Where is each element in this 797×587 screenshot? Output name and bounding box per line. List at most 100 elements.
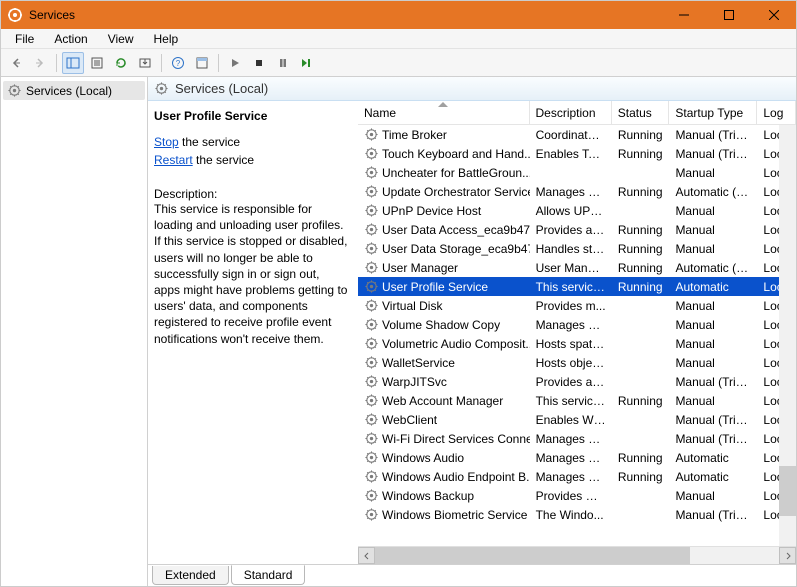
help-button[interactable]: ? bbox=[167, 52, 189, 74]
table-row[interactable]: Web Account ManagerThis service ...Runni… bbox=[358, 391, 796, 410]
minimize-button[interactable] bbox=[661, 1, 706, 29]
table-row[interactable]: WalletServiceHosts objec...ManualLoc bbox=[358, 353, 796, 372]
gear-icon bbox=[364, 317, 379, 332]
service-name: User Profile Service bbox=[382, 280, 488, 294]
column-name[interactable]: Name bbox=[358, 101, 530, 124]
gear-icon bbox=[364, 412, 379, 427]
table-row[interactable]: Windows Biometric ServiceThe Windo...Man… bbox=[358, 505, 796, 524]
service-startup: Automatic bbox=[669, 470, 757, 484]
restart-service-button[interactable] bbox=[296, 52, 318, 74]
service-name: User Data Storage_eca9b47 bbox=[382, 242, 530, 256]
table-row[interactable]: Wi-Fi Direct Services Conne...Manages co… bbox=[358, 429, 796, 448]
service-status: Running bbox=[612, 451, 670, 465]
selected-service-title: User Profile Service bbox=[154, 109, 348, 123]
table-row[interactable]: WarpJITSvcProvides a JI...Manual (Trig..… bbox=[358, 372, 796, 391]
service-description: Manages co... bbox=[530, 432, 612, 446]
properties-button[interactable] bbox=[86, 52, 108, 74]
tree-services-local[interactable]: Services (Local) bbox=[3, 81, 145, 100]
gear-icon bbox=[364, 279, 379, 294]
table-row[interactable]: User Data Storage_eca9b47Handles sto...R… bbox=[358, 239, 796, 258]
service-description: Hosts objec... bbox=[530, 356, 612, 370]
service-startup: Manual (Trig... bbox=[669, 413, 757, 427]
service-startup: Manual bbox=[669, 394, 757, 408]
service-description: Handles sto... bbox=[530, 242, 612, 256]
scroll-left-icon[interactable] bbox=[358, 547, 375, 564]
service-description: Manages an... bbox=[530, 318, 612, 332]
stop-service-button[interactable] bbox=[248, 52, 270, 74]
back-button[interactable] bbox=[5, 52, 27, 74]
service-description: User Manag... bbox=[530, 261, 612, 275]
service-name: Windows Biometric Service bbox=[382, 508, 527, 522]
right-header-label: Services (Local) bbox=[175, 81, 268, 96]
service-startup: Manual (Trig... bbox=[669, 147, 757, 161]
service-name: Wi-Fi Direct Services Conne... bbox=[382, 432, 530, 446]
close-button[interactable] bbox=[751, 1, 796, 29]
table-row[interactable]: User ManagerUser Manag...RunningAutomati… bbox=[358, 258, 796, 277]
refresh-button[interactable] bbox=[110, 52, 132, 74]
table-row[interactable]: Windows AudioManages au...RunningAutomat… bbox=[358, 448, 796, 467]
table-row[interactable]: Virtual DiskProvides m...ManualLoc bbox=[358, 296, 796, 315]
gear-icon bbox=[364, 222, 379, 237]
service-description: Manages au... bbox=[530, 451, 612, 465]
column-status[interactable]: Status bbox=[612, 101, 670, 124]
scroll-thumb[interactable] bbox=[779, 466, 796, 516]
gear-icon bbox=[364, 298, 379, 313]
stop-text: the service bbox=[179, 135, 240, 149]
service-startup: Manual (Trig... bbox=[669, 375, 757, 389]
start-service-button[interactable] bbox=[224, 52, 246, 74]
gear-icon bbox=[364, 203, 379, 218]
scroll-right-icon[interactable] bbox=[779, 547, 796, 564]
table-row[interactable]: Volumetric Audio Composit...Hosts spatia… bbox=[358, 334, 796, 353]
service-description: The Windo... bbox=[530, 508, 612, 522]
restart-link[interactable]: Restart bbox=[154, 153, 193, 167]
service-name: Web Account Manager bbox=[382, 394, 503, 408]
table-row[interactable]: Update Orchestrator ServiceManages W...R… bbox=[358, 182, 796, 201]
menu-view[interactable]: View bbox=[98, 30, 144, 48]
forward-button[interactable] bbox=[29, 52, 51, 74]
table-row[interactable]: UPnP Device HostAllows UPn...ManualLoc bbox=[358, 201, 796, 220]
service-description: Provides m... bbox=[530, 299, 612, 313]
gear-icon bbox=[364, 355, 379, 370]
service-name: WarpJITSvc bbox=[382, 375, 447, 389]
vertical-scrollbar[interactable] bbox=[779, 125, 796, 546]
menu-file[interactable]: File bbox=[5, 30, 44, 48]
service-startup: Automatic (D... bbox=[669, 185, 757, 199]
column-logon[interactable]: Log bbox=[757, 101, 796, 124]
maximize-button[interactable] bbox=[706, 1, 751, 29]
menu-bar: File Action View Help bbox=[1, 29, 796, 49]
tab-standard[interactable]: Standard bbox=[231, 565, 306, 585]
export-button[interactable] bbox=[134, 52, 156, 74]
column-startup[interactable]: Startup Type bbox=[669, 101, 757, 124]
right-pane-header: Services (Local) bbox=[148, 77, 796, 101]
service-name: UPnP Device Host bbox=[382, 204, 481, 218]
window-title: Services bbox=[29, 8, 661, 22]
gear-icon bbox=[364, 336, 379, 351]
horizontal-scrollbar[interactable] bbox=[358, 546, 796, 564]
table-row[interactable]: User Profile ServiceThis service ...Runn… bbox=[358, 277, 796, 296]
menu-help[interactable]: Help bbox=[144, 30, 189, 48]
table-row[interactable]: User Data Access_eca9b47Provides ap...Ru… bbox=[358, 220, 796, 239]
menu-action[interactable]: Action bbox=[44, 30, 97, 48]
show-hide-tree-button[interactable] bbox=[62, 52, 84, 74]
toolbar-properties-icon[interactable] bbox=[191, 52, 213, 74]
gear-icon bbox=[364, 260, 379, 275]
service-startup: Manual bbox=[669, 166, 757, 180]
service-description: Enables Win... bbox=[530, 413, 612, 427]
table-row[interactable]: Uncheater for BattleGroun...ManualLoc bbox=[358, 163, 796, 182]
pause-service-button[interactable] bbox=[272, 52, 294, 74]
table-row[interactable]: Touch Keyboard and Hand...Enables Tou...… bbox=[358, 144, 796, 163]
table-row[interactable]: Windows Audio Endpoint B...Manages au...… bbox=[358, 467, 796, 486]
scroll-thumb[interactable] bbox=[375, 547, 690, 564]
tab-extended[interactable]: Extended bbox=[152, 566, 229, 585]
table-row[interactable]: Time BrokerCoordinates...RunningManual (… bbox=[358, 125, 796, 144]
service-status: Running bbox=[612, 470, 670, 484]
title-bar[interactable]: Services bbox=[1, 1, 796, 29]
service-description: Manages au... bbox=[530, 470, 612, 484]
column-description[interactable]: Description bbox=[530, 101, 612, 124]
service-name: Touch Keyboard and Hand... bbox=[382, 147, 530, 161]
table-row[interactable]: Volume Shadow CopyManages an...ManualLoc bbox=[358, 315, 796, 334]
service-startup: Manual bbox=[669, 318, 757, 332]
table-row[interactable]: WebClientEnables Win...Manual (Trig...Lo… bbox=[358, 410, 796, 429]
stop-link[interactable]: Stop bbox=[154, 135, 179, 149]
table-row[interactable]: Windows BackupProvides Wi...ManualLoc bbox=[358, 486, 796, 505]
